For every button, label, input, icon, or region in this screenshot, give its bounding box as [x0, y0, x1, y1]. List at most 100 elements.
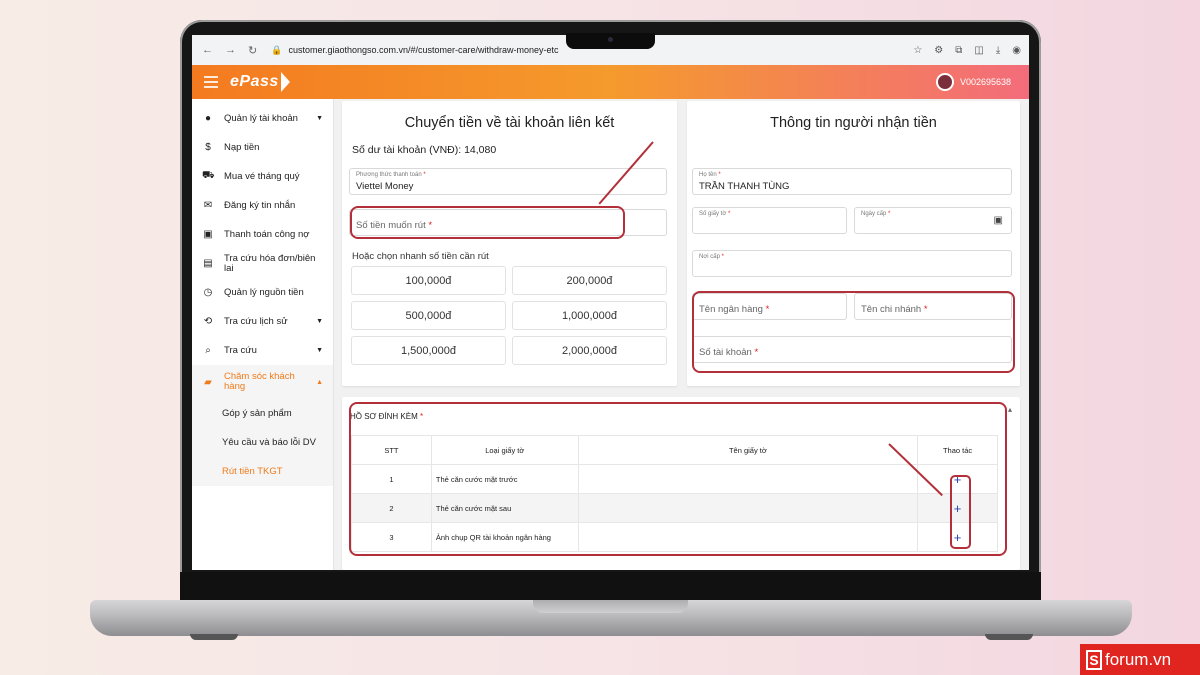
calendar-icon[interactable]: ▣ — [994, 215, 1003, 226]
screen: ← → ↻ 🔒 customer.giaothongso.com.vn/#/cu… — [192, 35, 1029, 570]
attachments-title: HỒ SƠ ĐÍNH KÈM * — [350, 412, 424, 421]
sforum-logo-icon: S — [1086, 649, 1102, 670]
balance-text: Số dư tài khoản (VNĐ): 14,080 — [352, 144, 497, 156]
amount-1m-button[interactable]: 1,000,000đ — [512, 301, 667, 330]
row-stt: 3 — [351, 522, 432, 552]
transfer-card: Chuyển tiền về tài khoản liên kết Số dư … — [342, 101, 677, 386]
caret-down-icon: ▼ — [316, 115, 323, 122]
dollar-icon: $ — [205, 142, 211, 153]
add-file-icon[interactable]: + — [954, 472, 962, 487]
transfer-title: Chuyển tiền về tài khoản liên kết — [404, 115, 615, 131]
clock-icon: ◷ — [203, 287, 213, 298]
row-doc-name — [577, 464, 919, 494]
amount-1500k-button[interactable]: 1,500,000đ — [351, 336, 506, 365]
collapse-icon[interactable]: ▴ — [1008, 405, 1012, 414]
amount-2m-button[interactable]: 2,000,000đ — [512, 336, 667, 365]
address-bar[interactable]: 🔒 customer.giaothongso.com.vn/#/customer… — [271, 45, 558, 56]
sidebar-icon[interactable]: ◫ — [974, 45, 983, 56]
reload-icon[interactable]: ↻ — [248, 44, 257, 57]
add-file-icon[interactable]: + — [954, 530, 962, 545]
hamburger-icon[interactable] — [204, 76, 218, 88]
add-file-icon[interactable]: + — [954, 501, 962, 516]
extension-icon[interactable]: ⚙ — [934, 45, 943, 56]
user-id: V002695638 — [959, 77, 1011, 87]
row-doc-name — [577, 493, 919, 523]
sidebar-subitem-report[interactable]: Yêu cầu và báo lỗi DV — [192, 428, 333, 457]
sidebar-item-tickets[interactable]: ⛟ Mua vé tháng quý — [192, 162, 333, 191]
back-icon[interactable]: ← — [202, 44, 213, 57]
avatar — [935, 73, 954, 91]
amount-200k-button[interactable]: 200,000đ — [512, 266, 667, 295]
amount-500k-button[interactable]: 500,000đ — [351, 301, 506, 330]
sidebar-item-topup[interactable]: $ Nạp tiền — [192, 133, 333, 162]
camera-notch — [566, 33, 655, 49]
caret-down-icon: ▼ — [316, 347, 323, 354]
lock-icon: 🔒 — [271, 44, 283, 55]
app-header: ePass V002695638 — [192, 65, 1029, 99]
row-doc-type: Thẻ căn cước mặt trước — [430, 464, 579, 494]
sidebar-item-customer-care[interactable]: ▰ Chăm sóc khách hàng ▲ — [192, 365, 333, 399]
issue-place-field[interactable]: Nơi cấp * — [692, 250, 1012, 277]
quick-amount-label: Hoặc chọn nhanh số tiền cần rút — [352, 251, 489, 262]
chat-icon: ▰ — [204, 376, 212, 388]
search-icon: ⌕ — [205, 345, 211, 356]
sidebar-item-lookup[interactable]: ⌕ Tra cứu ▼ — [192, 336, 333, 365]
issue-date-field[interactable]: Ngày cấp * ▣ — [854, 207, 1012, 234]
cart-icon: ⛟ — [202, 170, 215, 181]
branch-name-input[interactable]: Tên chi nhánh * — [854, 293, 1012, 320]
wallet-icon: ▣ — [203, 229, 213, 240]
history-icon: ⟲ — [203, 316, 213, 327]
attachments-card: HỒ SƠ ĐÍNH KÈM * ▴ STT Loại giấy tờ Tên … — [342, 397, 1020, 570]
sidebar-item-debt[interactable]: ▣ Thanh toán công nợ — [192, 220, 333, 249]
recipient-card: Thông tin người nhận tiền Họ tên * TRẦN … — [687, 101, 1020, 386]
mail-icon: ✉ — [203, 200, 213, 211]
laptop-foot — [985, 634, 1033, 640]
row-doc-type: Thẻ căn cước mặt sau — [430, 493, 579, 523]
table-header-row: STT Loại giấy tờ Tên giấy tờ Thao tác — [351, 435, 998, 465]
star-icon[interactable]: ☆ — [913, 45, 922, 56]
laptop-foot — [190, 634, 238, 640]
sidebar-subitem-feedback[interactable]: Góp ý sản phẩm — [192, 399, 333, 428]
sidebar-item-history[interactable]: ⟲ Tra cứu lịch sử ▼ — [192, 307, 333, 336]
receipt-icon: ▤ — [203, 257, 213, 269]
puzzle-icon[interactable]: ⧉ — [955, 45, 962, 56]
caret-down-icon: ▼ — [316, 318, 323, 325]
account-number-input[interactable]: Số tài khoản * — [692, 336, 1012, 363]
table-row: 3 Ảnh chụp QR tài khoản ngân hàng + — [351, 522, 998, 552]
account-circle-icon: ● — [204, 113, 212, 124]
laptop-base-notch — [533, 600, 688, 613]
forum-watermark: S forum.vn — [1080, 644, 1200, 675]
sidebar-item-account[interactable]: ● Quản lý tài khoản ▼ — [192, 104, 333, 133]
table-row: 2 Thẻ căn cước mặt sau + — [351, 493, 998, 523]
logo-arrow-icon — [280, 72, 290, 92]
bank-name-input[interactable]: Tên ngân hàng * — [692, 293, 847, 320]
amount-input[interactable]: Số tiền muốn rút * — [349, 209, 667, 236]
column-header: Loại giấy tờ — [430, 435, 579, 465]
download-icon[interactable]: ⤓ — [996, 45, 1000, 56]
table-row: 1 Thẻ căn cước mặt trước + — [351, 464, 998, 494]
sidebar-item-invoice[interactable]: ▤ Tra cứu hóa đơn/biên lai — [192, 249, 333, 278]
user-menu[interactable]: V002695638 — [935, 73, 1011, 91]
column-header: Tên giấy tờ — [577, 435, 919, 465]
attachments-table: STT Loại giấy tờ Tên giấy tờ Thao tác 1 … — [351, 435, 998, 552]
sidebar: ● Quản lý tài khoản ▼ $ Nạp tiền ⛟ Mua v… — [192, 99, 334, 570]
caret-up-icon: ▲ — [316, 378, 323, 386]
row-stt: 2 — [351, 493, 432, 523]
row-stt: 1 — [351, 464, 432, 494]
sidebar-subitem-withdraw[interactable]: Rút tiền TKGT — [192, 457, 333, 486]
row-doc-name — [577, 522, 919, 552]
recipient-title: Thông tin người nhận tiền — [770, 115, 937, 131]
main-content: Chuyển tiền về tài khoản liên kết Số dư … — [334, 99, 1029, 570]
epass-logo[interactable]: ePass — [230, 72, 290, 92]
sidebar-item-sms[interactable]: ✉ Đăng ký tin nhắn — [192, 191, 333, 220]
full-name-field[interactable]: Họ tên * TRẦN THANH TÙNG — [692, 168, 1012, 195]
forward-icon[interactable]: → — [225, 44, 236, 57]
profile-icon[interactable]: ◉ — [1012, 45, 1021, 56]
column-header: Thao tác — [917, 435, 998, 465]
row-doc-type: Ảnh chụp QR tài khoản ngân hàng — [430, 522, 579, 552]
amount-100k-button[interactable]: 100,000đ — [351, 266, 506, 295]
sidebar-item-funds[interactable]: ◷ Quản lý nguồn tiền — [192, 278, 333, 307]
id-number-field[interactable]: Số giấy tờ * — [692, 207, 847, 234]
url-text: customer.giaothongso.com.vn/#/customer-c… — [288, 45, 559, 55]
column-header: STT — [351, 435, 432, 465]
